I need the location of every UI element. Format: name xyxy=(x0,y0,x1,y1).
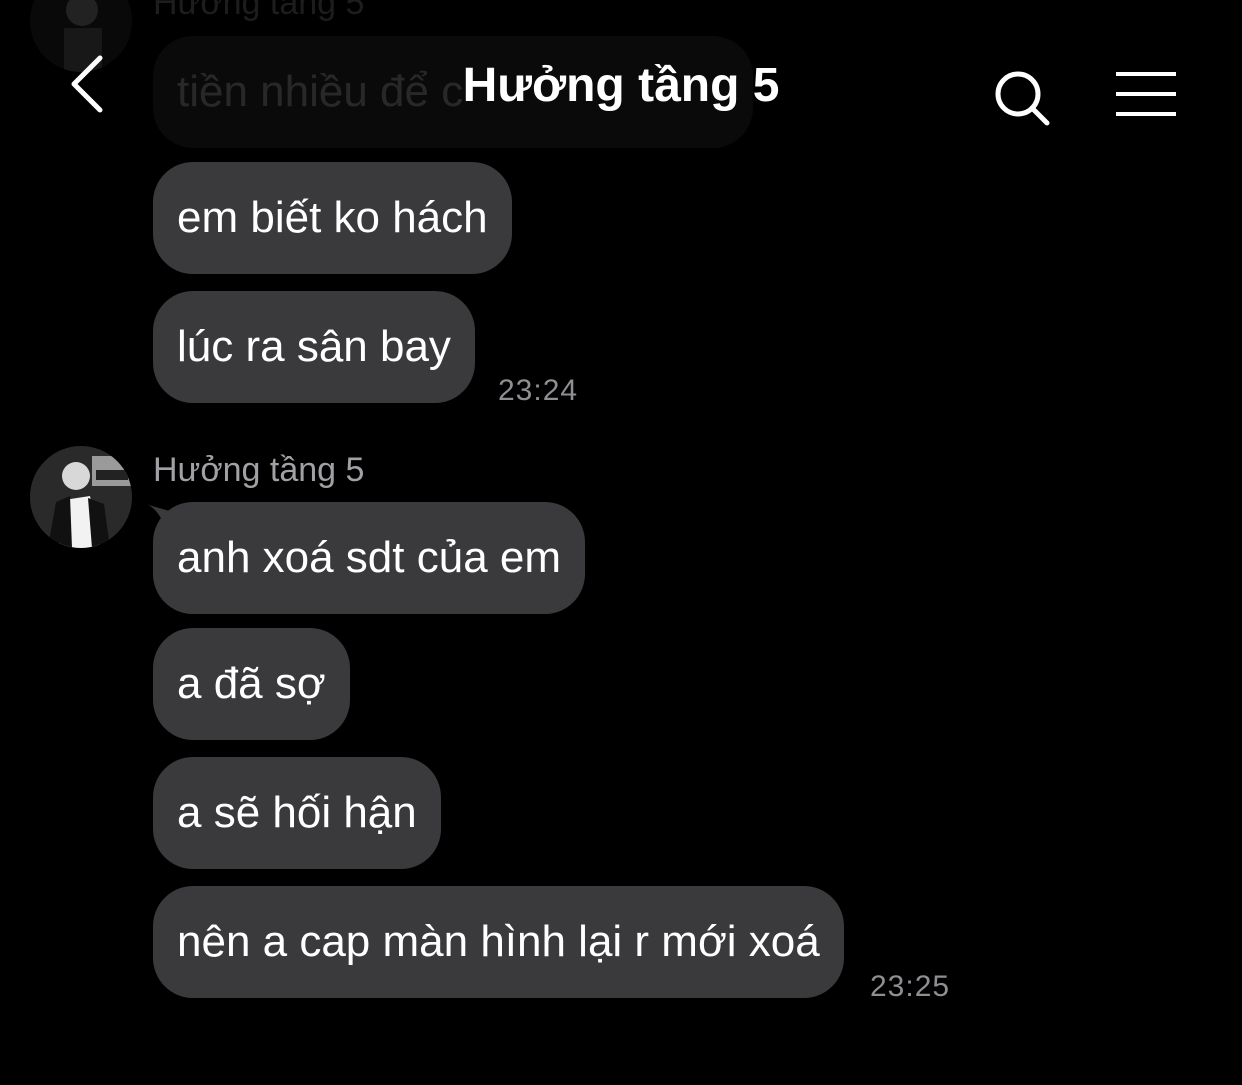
message-bubble[interactable]: anh xoá sdt của em xyxy=(153,502,586,614)
avatar[interactable] xyxy=(30,446,132,548)
message-bubble[interactable]: a sẽ hối hận xyxy=(153,757,441,869)
menu-button[interactable] xyxy=(1114,70,1178,118)
menu-icon xyxy=(1116,72,1176,116)
sender-name: Hưởng tầng 5 xyxy=(153,451,365,489)
chat-title: Hưởng tầng 5 xyxy=(462,59,780,112)
timestamp: 23:25 xyxy=(870,970,951,1003)
message-bubble[interactable]: em biết ko hách xyxy=(153,162,512,274)
sender-name: Hưởng tầng 5 xyxy=(153,0,365,22)
search-button[interactable] xyxy=(994,70,1052,128)
message-bubble[interactable]: a đã sợ xyxy=(153,628,350,740)
message-bubble[interactable]: lúc ra sân bay xyxy=(153,291,475,403)
timestamp: 23:24 xyxy=(498,374,579,407)
search-icon xyxy=(995,71,1050,126)
message-bubble[interactable]: nên a cap màn hình lại r mới xoá xyxy=(153,886,844,998)
